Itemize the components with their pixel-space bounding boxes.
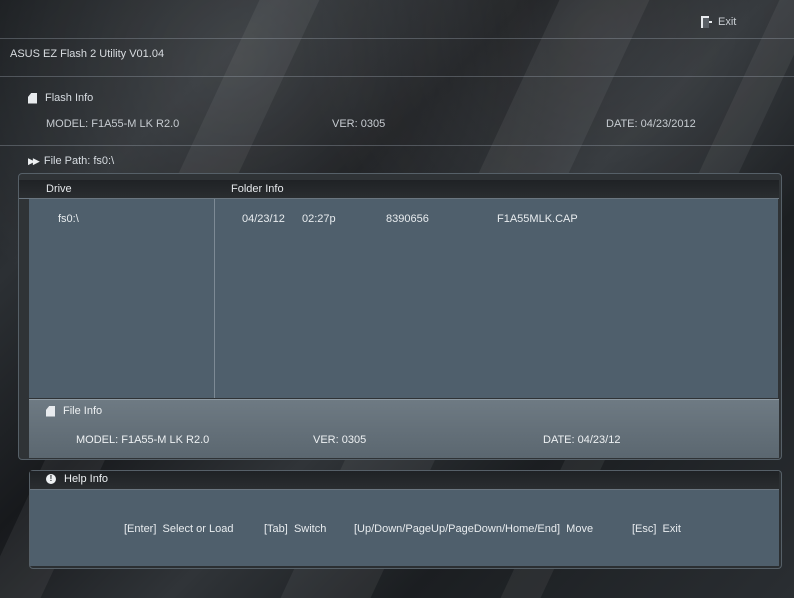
file-name[interactable]: F1A55MLK.CAP [497,213,578,225]
help-title: Help Info [64,473,109,485]
flash-model: MODEL: F1A55-M LK R2.0 [46,118,180,130]
help-move: [Up/Down/PageUp/PageDown/Home/End] Move [354,523,594,535]
app-title: ASUS EZ Flash 2 Utility V01.04 [10,48,165,60]
document-icon [46,405,55,417]
drive-list[interactable] [29,199,215,398]
flash-version: VER: 0305 [332,118,386,130]
help-heading: ! Help Info [46,473,108,485]
file-model: MODEL: F1A55-M LK R2.0 [76,434,210,446]
document-icon [28,92,37,104]
file-size[interactable]: 8390656 [386,213,429,225]
file-path: ▶▶ File Path: fs0:\ [28,155,114,167]
flash-info-heading: Flash Info [28,92,93,104]
help-header [30,471,779,490]
drive-column-header: Drive [46,183,72,195]
drive-item[interactable]: fs0:\ [58,213,79,225]
file-info-bar [29,399,779,458]
help-enter: [Enter] Select or Load [124,523,234,535]
help-tab: [Tab] Switch [264,523,327,535]
exit-button[interactable]: Exit [700,12,770,32]
info-icon: ! [46,474,56,484]
fast-forward-icon: ▶▶ [28,155,40,166]
folder-column-header: Folder Info [231,183,284,195]
exit-door-icon [701,16,712,28]
file-path-label: File Path: fs0:\ [43,155,115,167]
exit-label: Exit [718,16,737,28]
divider [0,76,794,77]
file-time[interactable]: 02:27p [302,213,336,225]
folder-list[interactable] [215,199,778,398]
flash-date: DATE: 04/23/2012 [606,118,696,130]
flash-info-title: Flash Info [45,92,94,104]
file-date-info: DATE: 04/23/12 [543,434,621,446]
browser-header [19,180,779,199]
divider [0,38,794,39]
file-info-title: File Info [63,405,103,417]
file-version: VER: 0305 [313,434,367,446]
file-date[interactable]: 04/23/12 [242,213,285,225]
help-esc: [Esc] Exit [632,523,681,535]
divider [0,145,794,146]
file-info-heading: File Info [46,405,102,417]
